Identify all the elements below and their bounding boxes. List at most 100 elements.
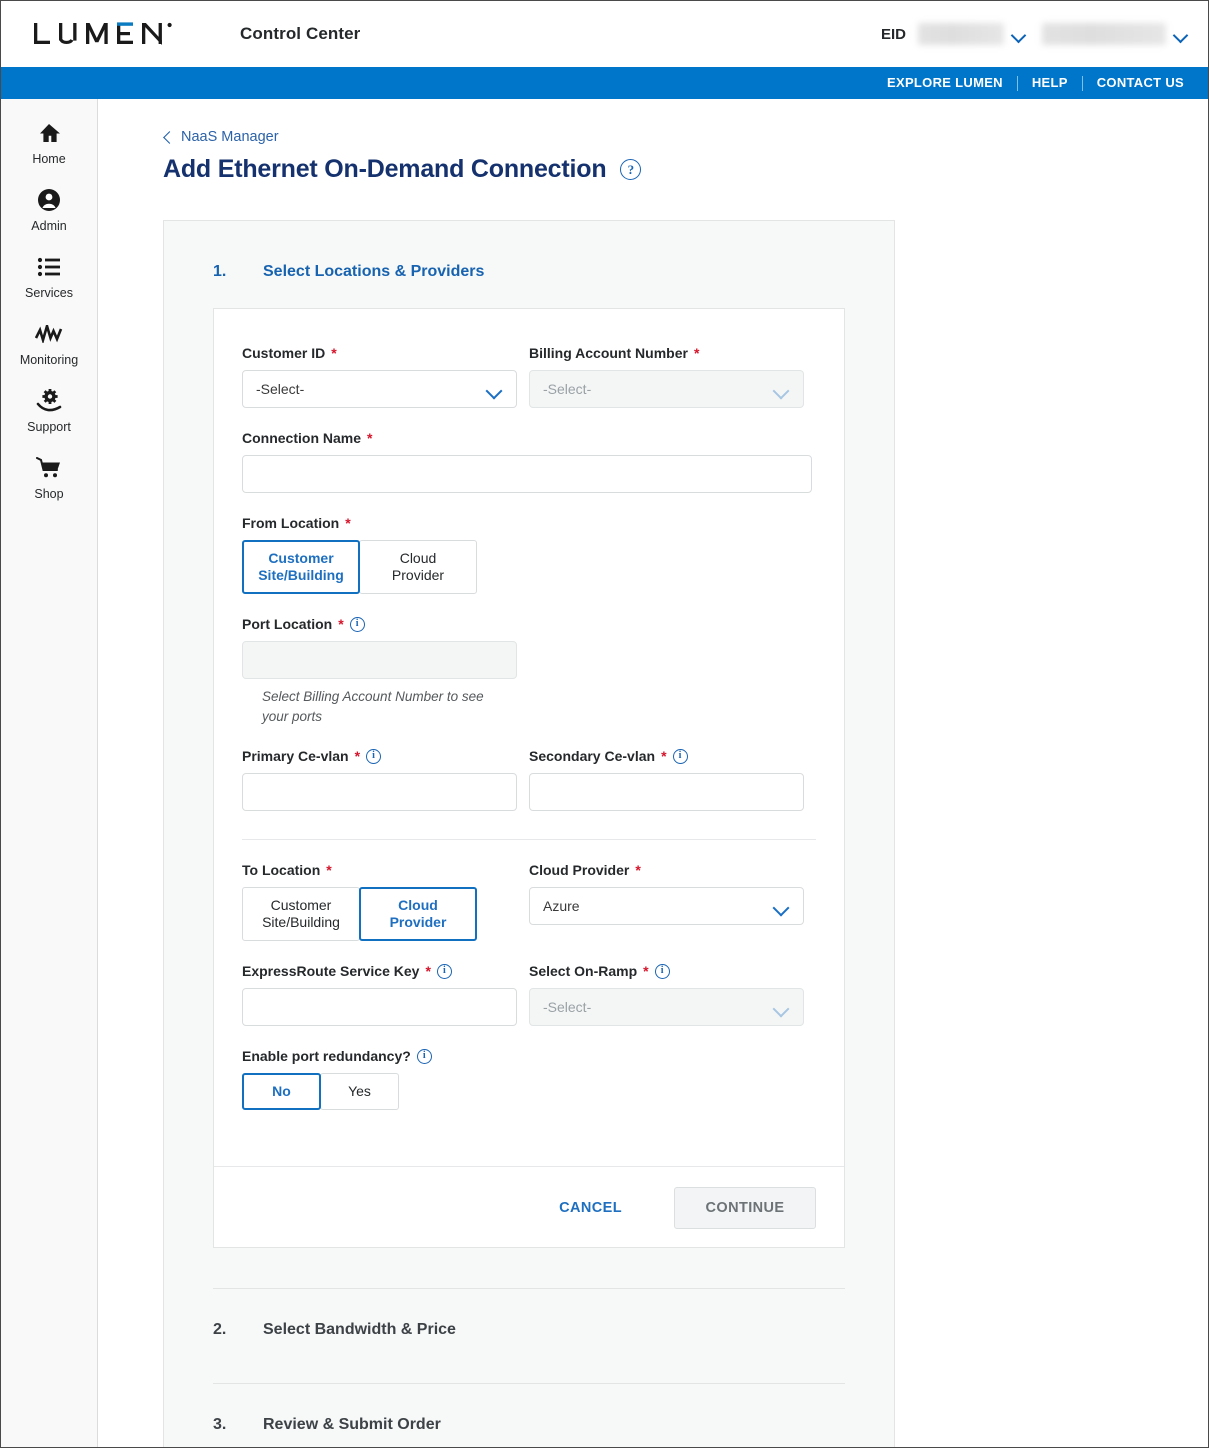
customer-id-select[interactable]: -Select- — [242, 370, 517, 408]
utility-nav: EXPLORE LUMEN HELP CONTACT US — [1, 67, 1208, 99]
chevron-down-icon[interactable] — [1175, 30, 1188, 38]
section-divider — [242, 839, 816, 841]
required-marker: * — [331, 345, 337, 361]
to-location-option-customer-site[interactable]: Customer Site/Building — [242, 887, 360, 942]
sidebar-item-monitoring[interactable]: Monitoring — [1, 310, 97, 377]
chevron-down-icon[interactable] — [774, 1003, 788, 1012]
sidebar-item-label: Monitoring — [19, 353, 79, 367]
top-header: Control Center EID — [1, 1, 1208, 67]
sidebar-item-label: Services — [25, 286, 73, 300]
info-icon[interactable]: i — [672, 748, 688, 764]
chevron-down-icon[interactable] — [774, 902, 788, 911]
chevron-down-icon[interactable] — [774, 385, 788, 394]
required-marker: * — [338, 616, 344, 632]
port-redundancy-option-no[interactable]: No — [242, 1073, 321, 1111]
sidebar-item-support[interactable]: Support — [1, 377, 97, 444]
cart-icon — [36, 455, 62, 481]
customer-id-value: -Select- — [256, 381, 305, 397]
port-redundancy-option-yes[interactable]: Yes — [320, 1073, 399, 1111]
eid-label: EID — [880, 25, 906, 43]
left-sidebar: Home Admin Services Monitoring Support S… — [1, 99, 98, 1447]
to-location-option-cloud-provider[interactable]: Cloud Provider — [359, 887, 477, 942]
from-location-option-customer-site[interactable]: Customer Site/Building — [242, 540, 360, 594]
sidebar-item-admin[interactable]: Admin — [1, 176, 97, 243]
connection-name-field: Connection Name * — [242, 430, 816, 493]
connection-name-label: Connection Name — [242, 430, 362, 446]
port-redundancy-toggle: No Yes — [242, 1073, 816, 1111]
expressroute-service-key-input[interactable] — [242, 988, 517, 1027]
select-on-ramp-select[interactable]: -Select- — [529, 988, 804, 1027]
info-icon[interactable]: i — [436, 963, 452, 979]
form-actions: CANCEL CONTINUE — [214, 1166, 844, 1247]
info-icon[interactable]: i — [366, 748, 382, 764]
info-icon[interactable]: i — [654, 963, 670, 979]
step-1-form-panel: Customer ID * -Select- Billing Account N… — [213, 308, 845, 1249]
step-3-header[interactable]: 3. Review & Submit Order — [164, 1384, 894, 1438]
select-on-ramp-value: -Select- — [543, 999, 592, 1016]
account-controls: EID — [873, 1, 1196, 67]
required-marker: * — [354, 748, 361, 765]
row-to-location: To Location * Customer Site/Building Clo… — [242, 862, 816, 963]
wizard-card: 1. Select Locations & Providers Customer… — [163, 220, 895, 1447]
cloud-provider-select[interactable]: Azure — [529, 887, 804, 926]
port-redundancy-field: Enable port redundancy? i No Yes — [242, 1048, 816, 1111]
required-marker: * — [367, 430, 373, 446]
billing-account-number-select[interactable]: -Select- — [529, 370, 804, 408]
eid-selector[interactable]: EID — [873, 23, 1034, 45]
port-location-hint: Select Billing Account Number to see you… — [262, 689, 484, 724]
cancel-button[interactable]: CANCEL — [553, 1199, 628, 1217]
port-location-field: Port Location * i Select Billing Account… — [242, 616, 816, 726]
step-2-header[interactable]: 2. Select Bandwidth & Price — [164, 1289, 894, 1343]
cloud-provider-value: Azure — [543, 898, 580, 915]
list-icon — [37, 254, 61, 280]
lumen-logo[interactable] — [34, 19, 176, 49]
sidebar-item-label: Admin — [31, 219, 67, 233]
from-location-label: From Location — [242, 515, 340, 531]
sidebar-item-home[interactable]: Home — [1, 109, 97, 176]
user-circle-icon — [37, 187, 61, 213]
account-selector[interactable] — [1034, 23, 1196, 45]
required-marker: * — [326, 862, 332, 879]
port-location-label: Port Location — [242, 616, 333, 632]
info-icon[interactable]: i — [349, 616, 365, 632]
expressroute-service-key-field: ExpressRoute Service Key * i — [242, 963, 529, 1027]
sidebar-item-shop[interactable]: Shop — [1, 444, 97, 511]
billing-account-number-value: -Select- — [543, 381, 592, 397]
breadcrumb-link[interactable]: NaaS Manager — [181, 129, 279, 145]
to-location-field: To Location * Customer Site/Building Clo… — [242, 862, 529, 942]
continue-button[interactable]: CONTINUE — [674, 1187, 816, 1230]
question-circle-icon[interactable]: ? — [620, 159, 642, 180]
app-title: Control Center — [240, 24, 361, 43]
from-location-option-cloud-provider[interactable]: Cloud Provider — [359, 540, 477, 594]
row-expressroute-onramp: ExpressRoute Service Key * i Select On-R… — [242, 963, 816, 1048]
chevron-down-icon[interactable] — [1013, 30, 1026, 38]
secondary-cevlan-label: Secondary Ce-vlan — [529, 748, 656, 765]
to-location-label: To Location — [242, 862, 321, 879]
primary-cevlan-input[interactable] — [242, 773, 517, 812]
row-customer-billing: Customer ID * -Select- Billing Account N… — [242, 345, 816, 430]
nav-explore-lumen[interactable]: EXPLORE LUMEN — [873, 67, 1017, 99]
select-on-ramp-field: Select On-Ramp * i -Select- — [529, 963, 816, 1027]
cloud-provider-label: Cloud Provider — [529, 862, 630, 879]
chevron-down-icon[interactable] — [487, 385, 501, 394]
port-location-input[interactable] — [242, 641, 517, 679]
app-window: Control Center EID EXPLORE LUMEN HELP CO… — [0, 0, 1209, 1448]
sidebar-item-label: Home — [32, 152, 66, 166]
required-marker: * — [693, 345, 700, 361]
step-1-header[interactable]: 1. Select Locations & Providers — [164, 221, 894, 281]
activity-icon — [35, 321, 63, 347]
secondary-cevlan-input[interactable] — [529, 773, 804, 812]
required-marker: * — [635, 862, 641, 879]
nav-help[interactable]: HELP — [1018, 67, 1082, 99]
info-icon[interactable]: i — [416, 1048, 432, 1064]
connection-name-input[interactable] — [242, 455, 812, 493]
home-icon — [37, 120, 61, 146]
breadcrumb[interactable]: NaaS Manager — [163, 129, 1208, 145]
sidebar-item-label: Support — [27, 420, 71, 434]
chevron-left-icon[interactable] — [163, 133, 172, 142]
required-marker: * — [643, 963, 649, 980]
billing-account-number-label: Billing Account Number — [529, 345, 688, 361]
sidebar-item-services[interactable]: Services — [1, 243, 97, 310]
row-cevlan: Primary Ce-vlan * i Secondary Ce-vlan * … — [242, 748, 816, 833]
nav-contact-us[interactable]: CONTACT US — [1083, 67, 1198, 99]
